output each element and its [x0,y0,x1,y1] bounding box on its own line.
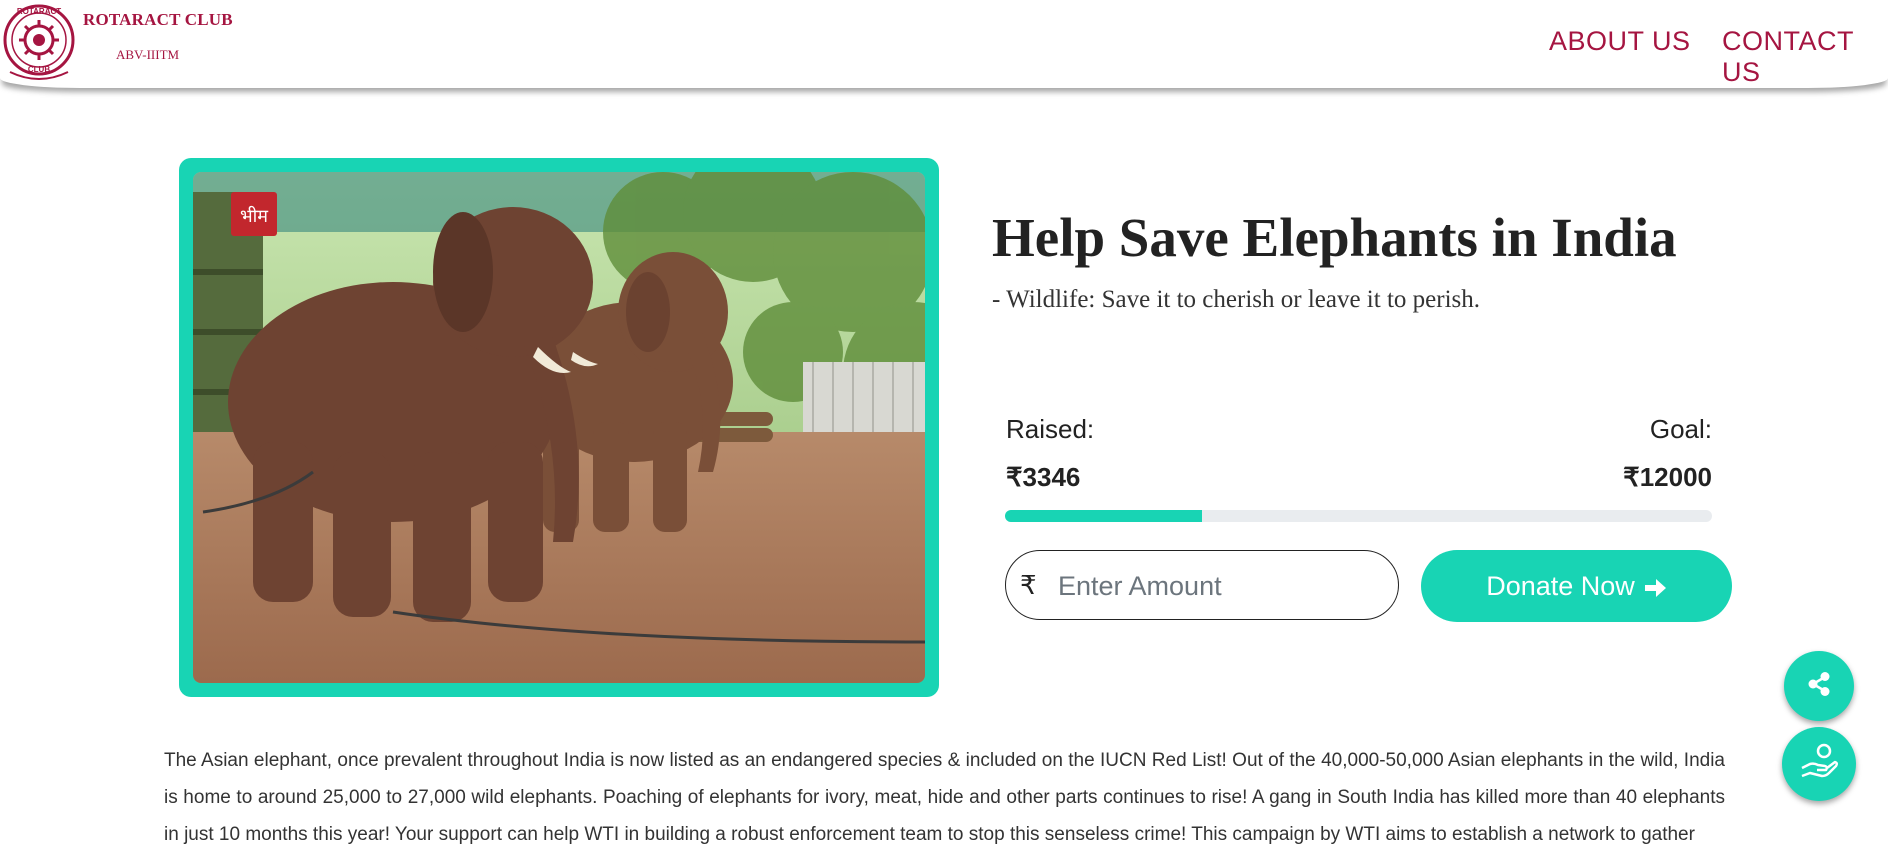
donate-now-label: Donate Now [1486,570,1635,601]
campaign-description: The Asian elephant, once prevalent throu… [164,750,1725,845]
arrow-right-icon [1643,575,1667,597]
nav-about-us[interactable]: ABOUT US [1549,26,1691,57]
elephants-image: भीम [193,172,925,683]
amount-input[interactable] [1056,565,1380,607]
donate-hand-icon [1798,742,1840,787]
funding-progress-bar [1005,510,1712,522]
rupee-icon: ₹ [1020,570,1037,600]
campaign-tagline: - Wildlife: Save it to cherish or leave … [992,286,1480,313]
raised-label: Raised: [1006,414,1095,444]
goal-amount: ₹12000 [1623,462,1712,492]
nav-contact-us[interactable]: CONTACT US [1722,26,1888,88]
site-header: ROTARACT CLUB ROTARACT CLUB ABV-IIITM AB… [0,0,1888,88]
brand-title: ROTARACT CLUB [83,10,233,29]
svg-text:ROTARACT: ROTARACT [17,7,61,16]
raised-amount: ₹3346 [1006,462,1081,492]
campaign-image-frame: भीम [179,158,939,697]
svg-text:CLUB: CLUB [28,65,50,74]
rotaract-logo[interactable]: ROTARACT CLUB [2,2,76,82]
goal-label: Goal: [1649,414,1712,444]
share-button[interactable] [1784,651,1854,721]
sign-text: भीम [240,205,269,227]
share-icon [1805,670,1833,703]
brand-subtitle: ABV-IIITM [116,47,180,62]
quick-donate-button[interactable] [1782,727,1856,801]
funding-progress-fill [1005,510,1203,522]
donate-now-button[interactable]: Donate Now [1421,550,1732,622]
amount-field[interactable]: ₹ [1005,550,1399,620]
campaign-title: Help Save Elephants in India [992,207,1677,268]
